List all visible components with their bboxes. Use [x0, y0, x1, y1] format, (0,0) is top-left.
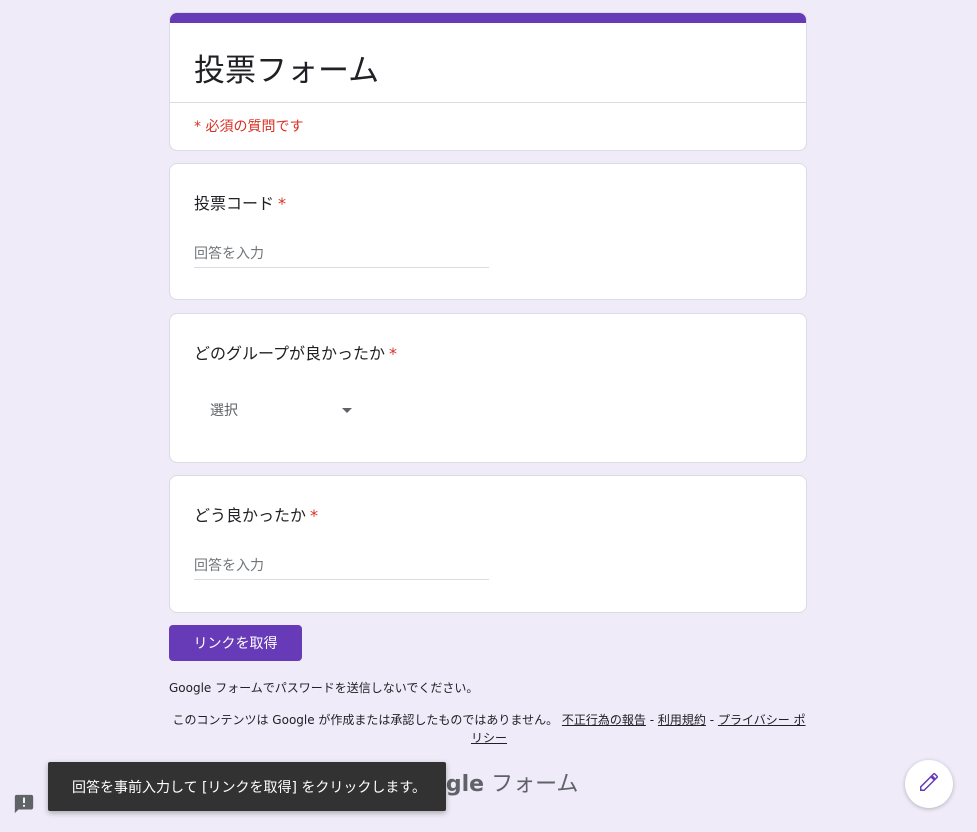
question-label: どのグループが良かったか * [194, 340, 397, 364]
report-abuse-link[interactable]: 不正行為の報告 [562, 713, 646, 727]
question-title: どのグループが良かったか [194, 344, 386, 363]
question-title: どう良かったか [194, 506, 307, 525]
question-title: 投票コード [194, 194, 275, 213]
required-asterisk: * [278, 194, 287, 213]
separator: - [649, 713, 655, 727]
required-note: * 必須の質問です [194, 119, 304, 135]
form-header-card: 投票フォーム * 必須の質問です [169, 12, 807, 151]
separator: - [709, 713, 715, 727]
question-card-reason: どう良かったか * [169, 475, 807, 613]
footer-disclaimer: このコンテンツは Google が作成または承認したものではありません。 不正行… [169, 711, 809, 747]
accent-bar [170, 13, 806, 23]
report-feedback-icon[interactable] [13, 793, 35, 815]
snackbar-message: 回答を事前入力して [リンクを取得] をクリックします。 [72, 779, 427, 796]
pencil-icon [918, 771, 940, 797]
question-label: どう良かったか * [194, 502, 318, 526]
reason-input[interactable] [194, 553, 489, 580]
required-asterisk: * [389, 344, 398, 363]
form-title: 投票フォーム [194, 53, 380, 89]
get-link-button[interactable]: リンクを取得 [169, 625, 302, 661]
vote-code-input[interactable] [194, 241, 489, 268]
brand-forms-text: フォーム [491, 772, 579, 797]
question-label: 投票コード * [194, 190, 286, 214]
dropdown-value: 選択 [210, 403, 238, 419]
edit-fab[interactable] [905, 760, 953, 808]
required-asterisk: * [310, 506, 319, 525]
password-warning: Google フォームでパスワードを送信しないでください。 [169, 681, 479, 695]
divider [170, 102, 806, 103]
dropdown-arrow-icon [342, 408, 352, 413]
question-card-group: どのグループが良かったか * 選択 [169, 313, 807, 463]
group-select-dropdown[interactable]: 選択 [194, 392, 364, 428]
disclaimer-text: このコンテンツは Google が作成または承認したものではありません。 [172, 713, 559, 727]
question-card-vote-code: 投票コード * [169, 163, 807, 300]
snackbar: 回答を事前入力して [リンクを取得] をクリックします。 [48, 762, 446, 811]
terms-link[interactable]: 利用規約 [658, 713, 706, 727]
